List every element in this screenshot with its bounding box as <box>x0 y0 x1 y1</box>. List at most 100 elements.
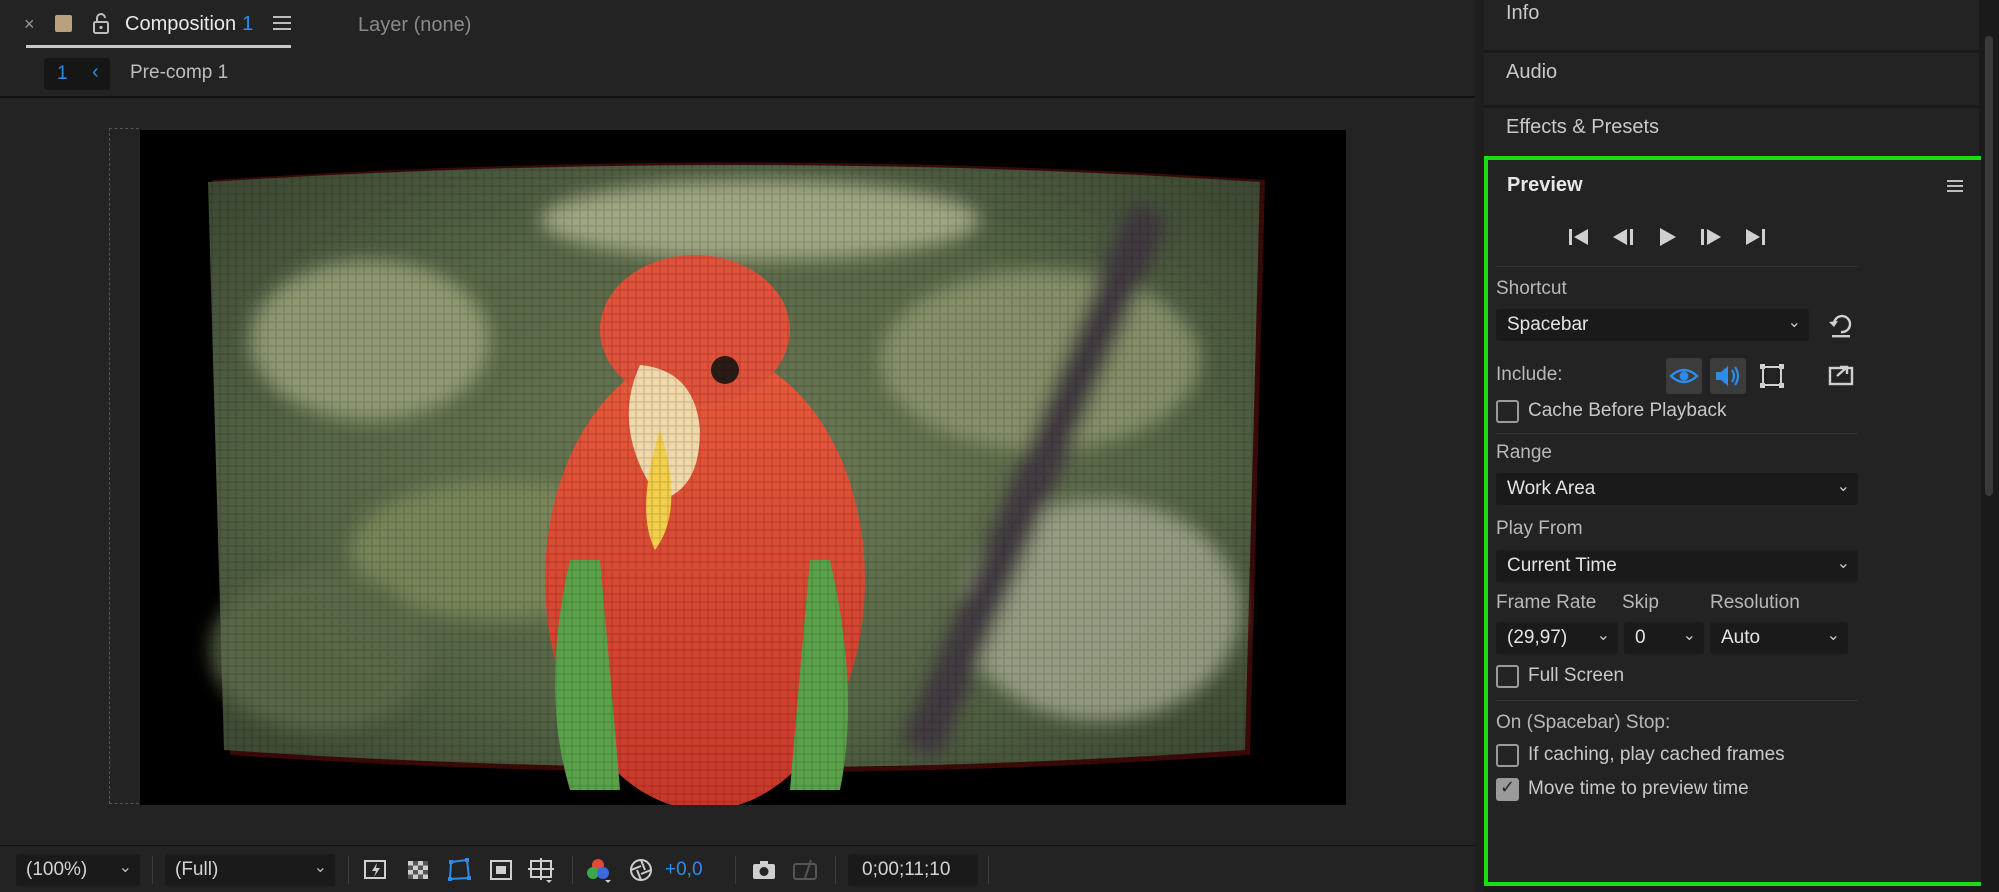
first-frame-icon[interactable] <box>1566 224 1592 250</box>
unlock-icon[interactable] <box>92 12 110 34</box>
right-panel-scrollbar[interactable] <box>1981 0 1997 892</box>
resolution-dropdown[interactable]: Auto ⌄ <box>1710 622 1848 654</box>
skip-dropdown[interactable]: 0 ⌄ <box>1624 622 1704 654</box>
include-audio-toggle[interactable] <box>1710 358 1746 394</box>
chevron-down-icon: ⌄ <box>118 859 132 876</box>
shortcut-dropdown[interactable]: Spacebar ⌄ <box>1496 309 1809 341</box>
toolbar-divider <box>988 856 989 884</box>
include-label: Include: <box>1496 364 1563 385</box>
snapshot-camera-icon[interactable] <box>750 856 778 884</box>
include-video-toggle[interactable] <box>1666 358 1702 394</box>
chevron-down-icon: ⌄ <box>1682 627 1696 644</box>
section-divider <box>1496 700 1858 701</box>
if-caching-checkbox[interactable] <box>1496 744 1519 767</box>
info-panel-header[interactable]: Info <box>1484 0 1979 50</box>
full-screen-label: Full Screen <box>1528 665 1625 686</box>
export-preview-icon[interactable] <box>1826 358 1856 388</box>
layer-tab[interactable]: Layer (none) <box>358 14 471 37</box>
toolbar-divider <box>572 856 573 884</box>
audio-panel-header[interactable]: Audio <box>1484 53 1979 105</box>
composition-canvas[interactable] <box>140 130 1346 805</box>
frame-rate-dropdown[interactable]: (29,97) ⌄ <box>1496 622 1618 654</box>
chevron-down-icon: ⌄ <box>313 859 327 876</box>
play-from-label: Play From <box>1496 518 1583 539</box>
composition-viewer[interactable] <box>8 100 1475 842</box>
if-caching-label: If caching, play cached frames <box>1528 744 1785 765</box>
previous-frame-icon[interactable] <box>1610 224 1636 250</box>
section-divider <box>1496 433 1858 434</box>
move-time-label: Move time to preview time <box>1528 778 1749 799</box>
show-channel-icon[interactable] <box>584 856 612 884</box>
effects-presets-panel-label: Effects & Presets <box>1506 116 1660 138</box>
next-frame-icon[interactable] <box>1698 224 1724 250</box>
exposure-value[interactable]: +0,0 <box>665 859 703 881</box>
breadcrumb: 1 ‹ Pre-comp 1 <box>0 52 1475 98</box>
cache-before-playback-label: Cache Before Playback <box>1528 400 1727 421</box>
active-tab-indicator <box>26 45 291 48</box>
grid-guides-icon[interactable] <box>527 856 555 884</box>
resolution-value: Auto <box>1721 627 1761 648</box>
shortcut-value: Spacebar <box>1507 314 1589 335</box>
parrot-image <box>140 130 1346 805</box>
resolution-label: Resolution <box>1710 592 1800 613</box>
last-frame-icon[interactable] <box>1742 224 1768 250</box>
chevron-down-icon: ⌄ <box>1836 478 1850 495</box>
info-panel-label: Info <box>1506 2 1540 24</box>
current-time-display[interactable]: 0;00;11;10 <box>848 854 978 886</box>
range-value: Work Area <box>1507 478 1596 499</box>
move-time-checkbox[interactable] <box>1496 777 1519 801</box>
panel-menu-icon[interactable] <box>1947 179 1963 193</box>
toolbar-divider <box>152 856 153 884</box>
composition-tab[interactable]: Composition 1 <box>125 13 253 36</box>
include-overlays-toggle[interactable] <box>1754 358 1790 394</box>
effects-presets-panel-header[interactable]: Effects & Presets <box>1484 108 1979 160</box>
play-icon[interactable] <box>1654 224 1680 250</box>
overlays-layer-controls-icon <box>1760 364 1784 388</box>
full-screen-checkbox[interactable] <box>1496 665 1519 688</box>
skip-value: 0 <box>1635 627 1646 648</box>
breadcrumb-item-precomp[interactable]: Pre-comp 1 <box>130 62 228 84</box>
close-tab-icon[interactable]: × <box>24 14 35 35</box>
chevron-down-icon: ⌄ <box>1787 314 1801 331</box>
pasteboard-boundary <box>109 128 139 804</box>
resolution-value: (Full) <box>175 859 219 880</box>
range-dropdown[interactable]: Work Area ⌄ <box>1496 473 1858 505</box>
composition-tab-bar: × Composition 1 Layer (none) <box>0 0 1475 52</box>
range-label: Range <box>1496 442 1552 463</box>
composition-tab-label: Composition <box>125 13 237 35</box>
region-of-interest-icon[interactable] <box>487 856 515 884</box>
play-from-value: Current Time <box>1507 555 1617 576</box>
chevron-down-icon: ⌄ <box>1826 627 1840 644</box>
toolbar-divider <box>835 856 836 884</box>
on-stop-label: On (Spacebar) Stop: <box>1496 712 1671 733</box>
composition-panel: × Composition 1 Layer (none) 1 ‹ Pre-comp… <box>0 0 1475 892</box>
composition-tab-number: 1 <box>242 13 254 35</box>
mask-path-visibility-icon[interactable] <box>445 856 473 884</box>
preview-panel: Preview Shortcut Spacebar ⌄ Include: Cac… <box>1484 156 1995 886</box>
transparency-grid-icon[interactable] <box>404 856 432 884</box>
chevron-left-icon: ‹ <box>92 61 99 83</box>
viewer-toolbar: (100%) ⌄ (Full) ⌄ +0,0 0;00;11;10 <box>0 845 1475 892</box>
shortcut-label: Shortcut <box>1496 278 1567 299</box>
toolbar-divider <box>348 856 349 884</box>
timecode-value: 0;00;11;10 <box>862 859 951 880</box>
composition-color-swatch <box>55 15 72 32</box>
panel-menu-icon[interactable] <box>273 15 291 31</box>
frame-rate-label: Frame Rate <box>1496 592 1597 613</box>
reset-shortcut-icon[interactable] <box>1826 310 1856 340</box>
magnification-dropdown[interactable]: (100%) ⌄ <box>16 854 140 886</box>
resolution-dropdown[interactable]: (Full) ⌄ <box>165 854 335 886</box>
fast-previews-icon[interactable] <box>362 856 390 884</box>
scrollbar-thumb[interactable] <box>1985 36 1993 496</box>
show-snapshot-icon[interactable] <box>791 856 819 884</box>
chevron-down-icon: ⌄ <box>1596 627 1610 644</box>
breadcrumb-index: 1 <box>57 63 68 84</box>
composition-navigator-button[interactable]: 1 ‹ <box>44 58 110 90</box>
speaker-icon <box>1716 366 1740 386</box>
play-from-dropdown[interactable]: Current Time ⌄ <box>1496 550 1858 582</box>
cache-before-playback-checkbox[interactable] <box>1496 400 1519 423</box>
toolbar-divider <box>735 856 736 884</box>
reset-exposure-icon[interactable] <box>627 856 655 884</box>
section-divider <box>1496 266 1858 267</box>
frame-rate-value: (29,97) <box>1507 627 1568 648</box>
